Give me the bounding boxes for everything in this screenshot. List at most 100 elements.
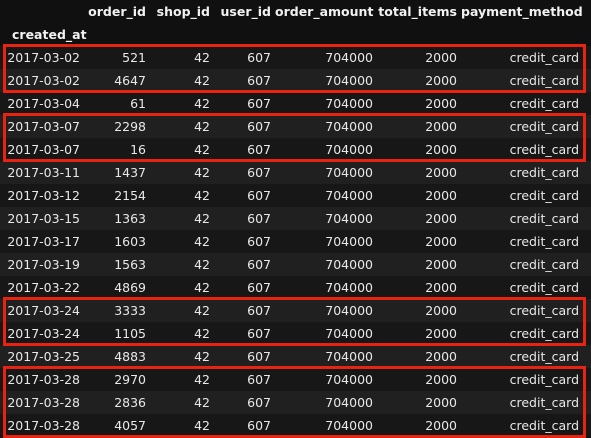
cell-user-id: 607 <box>247 257 271 272</box>
cell-total-items: 2000 <box>425 188 457 203</box>
cell-order-id: 4883 <box>114 349 146 364</box>
cell-user-id: 607 <box>247 96 271 111</box>
cell-payment-method: credit_card <box>509 418 579 433</box>
cell-order-amount: 704000 <box>325 234 373 249</box>
index-header-created-at: created_at <box>12 27 87 42</box>
cell-shop-id: 42 <box>194 418 210 433</box>
cell-order-id: 1363 <box>114 211 146 226</box>
cell-user-id: 607 <box>247 418 271 433</box>
cell-created-at: 2017-03-02 <box>7 50 80 65</box>
cell-shop-id: 42 <box>194 395 210 410</box>
cell-user-id: 607 <box>247 234 271 249</box>
cell-total-items: 2000 <box>425 372 457 387</box>
col-header-total-items: total_items <box>378 4 457 19</box>
col-header-user-id: user_id <box>220 4 271 19</box>
col-header-order-amount: order_amount <box>275 4 374 19</box>
cell-order-id: 2970 <box>114 372 146 387</box>
cell-created-at: 2017-03-28 <box>7 372 80 387</box>
cell-created-at: 2017-03-02 <box>7 73 80 88</box>
cell-order-amount: 704000 <box>325 50 373 65</box>
col-header-payment-method: payment_method <box>461 4 583 19</box>
cell-total-items: 2000 <box>425 234 457 249</box>
cell-order-amount: 704000 <box>325 73 373 88</box>
cell-total-items: 2000 <box>425 418 457 433</box>
cell-shop-id: 42 <box>194 188 210 203</box>
cell-total-items: 2000 <box>425 50 457 65</box>
table-row: 2017-03-07 16 42 607 704000 2000 credit_card <box>0 138 591 161</box>
col-header-order-id: order_id <box>88 4 146 19</box>
cell-shop-id: 42 <box>194 50 210 65</box>
cell-order-id: 2298 <box>114 119 146 134</box>
cell-payment-method: credit_card <box>509 211 579 226</box>
cell-total-items: 2000 <box>425 349 457 364</box>
cell-shop-id: 42 <box>194 280 210 295</box>
cell-user-id: 607 <box>247 165 271 180</box>
cell-total-items: 2000 <box>425 119 457 134</box>
cell-created-at: 2017-03-24 <box>7 303 80 318</box>
table-row: 2017-03-28 2836 42 607 704000 2000 credit_card <box>0 391 591 414</box>
cell-shop-id: 42 <box>194 303 210 318</box>
cell-user-id: 607 <box>247 188 271 203</box>
cell-payment-method: credit_card <box>509 96 579 111</box>
table-row: 2017-03-19 1563 42 607 704000 2000 credit_card <box>0 253 591 276</box>
cell-order-id: 3333 <box>114 303 146 318</box>
cell-created-at: 2017-03-28 <box>7 395 80 410</box>
table-row: 2017-03-17 1603 42 607 704000 2000 credit_card <box>0 230 591 253</box>
table-row: 2017-03-24 1105 42 607 704000 2000 credit_card <box>0 322 591 345</box>
cell-shop-id: 42 <box>194 142 210 157</box>
column-header-row: order_id shop_id user_id order_amount to… <box>0 0 591 23</box>
cell-user-id: 607 <box>247 372 271 387</box>
cell-order-amount: 704000 <box>325 326 373 341</box>
cell-total-items: 2000 <box>425 211 457 226</box>
table-row: 2017-03-15 1363 42 607 704000 2000 credit_card <box>0 207 591 230</box>
cell-created-at: 2017-03-15 <box>7 211 80 226</box>
cell-payment-method: credit_card <box>509 142 579 157</box>
cell-created-at: 2017-03-24 <box>7 326 80 341</box>
cell-created-at: 2017-03-11 <box>7 165 80 180</box>
cell-payment-method: credit_card <box>509 257 579 272</box>
cell-order-id: 61 <box>130 96 146 111</box>
cell-order-id: 521 <box>122 50 146 65</box>
cell-created-at: 2017-03-19 <box>7 257 80 272</box>
cell-payment-method: credit_card <box>509 326 579 341</box>
cell-total-items: 2000 <box>425 257 457 272</box>
cell-total-items: 2000 <box>425 303 457 318</box>
cell-order-amount: 704000 <box>325 418 373 433</box>
cell-payment-method: credit_card <box>509 50 579 65</box>
cell-order-id: 1563 <box>114 257 146 272</box>
cell-user-id: 607 <box>247 326 271 341</box>
cell-user-id: 607 <box>247 119 271 134</box>
cell-payment-method: credit_card <box>509 73 579 88</box>
col-header-shop-id: shop_id <box>156 4 210 19</box>
cell-payment-method: credit_card <box>509 188 579 203</box>
cell-order-amount: 704000 <box>325 395 373 410</box>
cell-order-id: 4647 <box>114 73 146 88</box>
cell-created-at: 2017-03-04 <box>7 96 80 111</box>
cell-order-amount: 704000 <box>325 142 373 157</box>
cell-created-at: 2017-03-07 <box>7 142 80 157</box>
cell-shop-id: 42 <box>194 326 210 341</box>
table-row: 2017-03-11 1437 42 607 704000 2000 credit_card <box>0 161 591 184</box>
cell-total-items: 2000 <box>425 395 457 410</box>
cell-shop-id: 42 <box>194 234 210 249</box>
cell-order-amount: 704000 <box>325 188 373 203</box>
cell-order-amount: 704000 <box>325 303 373 318</box>
cell-user-id: 607 <box>247 349 271 364</box>
cell-order-id: 2836 <box>114 395 146 410</box>
cell-shop-id: 42 <box>194 257 210 272</box>
cell-payment-method: credit_card <box>509 303 579 318</box>
cell-user-id: 607 <box>247 50 271 65</box>
cell-order-amount: 704000 <box>325 119 373 134</box>
cell-shop-id: 42 <box>194 349 210 364</box>
dataframe-view: order_id shop_id user_id order_amount to… <box>0 0 591 438</box>
cell-created-at: 2017-03-25 <box>7 349 80 364</box>
cell-payment-method: credit_card <box>509 119 579 134</box>
cell-shop-id: 42 <box>194 372 210 387</box>
cell-shop-id: 42 <box>194 73 210 88</box>
cell-shop-id: 42 <box>194 211 210 226</box>
cell-user-id: 607 <box>247 142 271 157</box>
cell-order-id: 2154 <box>114 188 146 203</box>
cell-order-amount: 704000 <box>325 257 373 272</box>
cell-order-id: 1105 <box>114 326 146 341</box>
table-row: 2017-03-02 521 42 607 704000 2000 credit_card <box>0 46 591 69</box>
